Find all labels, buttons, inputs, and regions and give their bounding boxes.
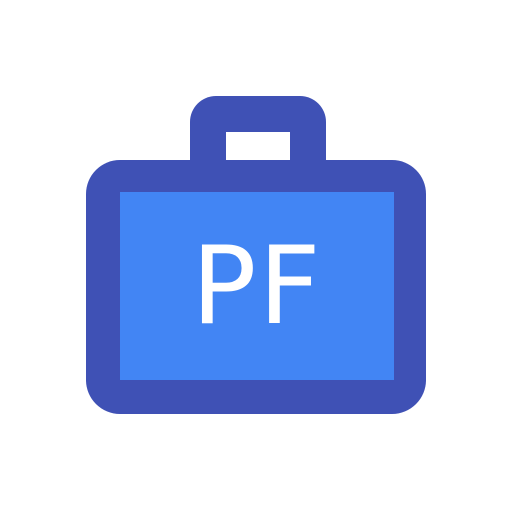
app-icon-canvas: PF bbox=[0, 0, 512, 512]
icon-monogram-label: PF bbox=[191, 224, 323, 349]
